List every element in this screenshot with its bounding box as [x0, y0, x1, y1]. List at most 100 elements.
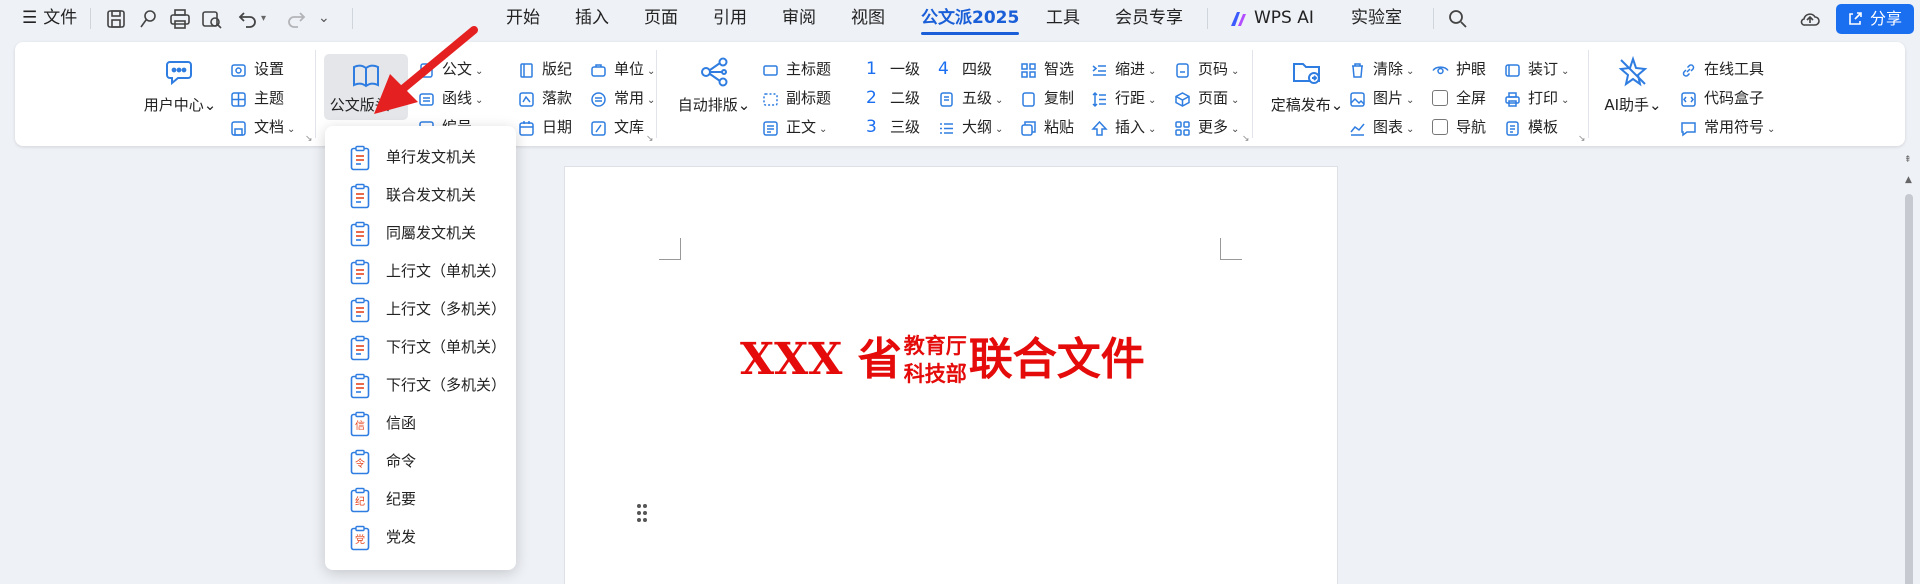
outline-list-icon — [938, 119, 955, 136]
dropdown-item[interactable]: 上行文（多机关） — [325, 290, 516, 328]
library-icon — [590, 119, 607, 136]
auto-layout-button[interactable]: 自动排版⌄ — [666, 48, 762, 124]
tab-tools[interactable]: 工具 — [1046, 0, 1080, 37]
scroll-up-icon[interactable]: ▲ — [1905, 176, 1912, 185]
dropdown-item-badge: 令 — [355, 457, 365, 470]
unit-icon — [590, 61, 607, 78]
paste-label: 粘贴 — [1044, 118, 1075, 136]
main-title-label: 主标题 — [786, 60, 832, 78]
drag-handle-icon[interactable] — [635, 502, 649, 524]
group-launcher-icon[interactable]: ↘ — [1578, 134, 1588, 144]
format-painter-icon[interactable] — [136, 7, 160, 31]
quick-access-more-chevron-icon[interactable]: ⌄ — [318, 0, 330, 37]
tab-page[interactable]: 页面 — [644, 0, 678, 37]
dropdown-item-label: 单行发文机关 — [386, 148, 477, 166]
printer-icon — [1504, 90, 1521, 107]
undo-dropdown-chevron-icon[interactable]: ▾ — [261, 0, 266, 37]
page-number-icon — [1174, 61, 1191, 78]
dropdown-item[interactable]: 党 党发 — [325, 518, 516, 556]
tab-insert[interactable]: 插入 — [575, 0, 609, 37]
dropdown-item[interactable]: 同屬发文机关 — [325, 214, 516, 252]
cloud-sync-icon[interactable] — [1798, 7, 1822, 31]
copy-label: 复制 — [1044, 89, 1075, 107]
navigation-label: 导航 — [1456, 118, 1487, 136]
clipboard-doc-icon: 党 — [349, 525, 371, 551]
red-pointer-arrow-icon — [374, 26, 478, 114]
tab-wps-ai[interactable]: WPS AI — [1254, 0, 1314, 37]
chart-label: 图表 — [1373, 118, 1404, 136]
scroll-thumb[interactable] — [1905, 194, 1913, 584]
checkbox-icon — [1432, 90, 1448, 106]
layout-note-label: 版纪 — [542, 60, 573, 78]
group-launcher-icon[interactable]: ↘ — [1242, 134, 1252, 144]
subtitle-box-icon — [762, 90, 779, 107]
body-text-icon — [762, 119, 779, 136]
level2-number: 2 — [866, 88, 877, 108]
undo-icon[interactable] — [236, 7, 260, 31]
clipboard-doc-icon — [349, 145, 371, 171]
print-icon[interactable] — [168, 7, 192, 31]
divider — [1252, 50, 1253, 138]
dropdown-item[interactable]: 单行发文机关 — [325, 138, 516, 176]
print-preview-icon[interactable] — [200, 7, 224, 31]
header-layout-dropdown: 单行发文机关联合发文机关同屬发文机关上行文（单机关） 上行文（多机关） 下行文（单机… — [325, 126, 516, 570]
user-center-button[interactable]: 用户中心⌄ — [136, 48, 224, 124]
dropdown-item[interactable]: 纪 纪要 — [325, 480, 516, 518]
dropdown-item-label: 纪要 — [386, 490, 417, 508]
folder-publish-icon — [1289, 54, 1325, 90]
line-spacing-icon — [1091, 90, 1108, 108]
dropdown-item-label: 同屬发文机关 — [386, 224, 477, 242]
divider — [352, 8, 353, 29]
tab-lab[interactable]: 实验室 — [1351, 0, 1402, 37]
level3-number: 3 — [866, 117, 877, 137]
dropdown-item[interactable]: 下行文（单机关） — [325, 328, 516, 366]
dropdown-item-label: 下行文（单机关） — [386, 338, 507, 356]
clipboard-doc-icon — [349, 297, 371, 323]
save-icon[interactable] — [104, 7, 128, 31]
dropdown-item[interactable]: 联合发文机关 — [325, 176, 516, 214]
document-save-icon — [230, 119, 247, 136]
tab-view[interactable]: 视图 — [851, 0, 885, 37]
level4-label: 四级 — [962, 60, 993, 78]
scroll-top-icon[interactable]: ⇞ — [1904, 156, 1912, 165]
group-launcher-icon[interactable]: ↘ — [305, 134, 315, 144]
template-icon — [1504, 119, 1521, 136]
ai-assistant-button[interactable]: AI助手⌄ — [1595, 48, 1671, 124]
share-icon — [1849, 12, 1862, 25]
library-label: 文库 — [614, 118, 645, 136]
redo-icon[interactable] — [284, 7, 308, 31]
clipboard-doc-icon — [349, 373, 371, 399]
document-header-title[interactable]: XXX 省教育厅 科技部 联合文件 — [740, 320, 1145, 400]
clipboard-doc-icon — [349, 221, 371, 247]
dropdown-item[interactable]: 令 命令 — [325, 442, 516, 480]
clipboard-doc-icon: 令 — [349, 449, 371, 475]
copy-icon — [1020, 90, 1037, 107]
tab-review[interactable]: 审阅 — [782, 0, 816, 37]
checkbox-icon — [1432, 119, 1448, 135]
file-menu[interactable]: ☰ 文件 — [22, 0, 77, 37]
share-button-label: 分享 — [1870, 9, 1903, 28]
share-button[interactable]: 分享 — [1836, 4, 1914, 34]
common-label: 常用 — [614, 89, 645, 107]
dropdown-item[interactable]: 上行文（单机关） — [325, 252, 516, 290]
vertical-scrollbar[interactable]: ⇞ ▲ — [1902, 150, 1916, 584]
online-tools-label: 在线工具 — [1704, 60, 1765, 78]
tab-home[interactable]: 开始 — [506, 0, 540, 37]
cube-icon — [1174, 90, 1191, 107]
title-prefix: XXX 省 — [740, 334, 902, 385]
calendar-icon — [518, 119, 535, 136]
group-launcher-icon[interactable]: ↘ — [646, 134, 656, 144]
code-box-label: 代码盒子 — [1704, 89, 1765, 107]
tab-references[interactable]: 引用 — [713, 0, 747, 37]
finalize-publish-button[interactable]: 定稿发布⌄ — [1259, 48, 1355, 124]
dropdown-item[interactable]: 下行文（多机关） — [325, 366, 516, 404]
margin-corner-mark — [659, 238, 681, 260]
page-number-label: 页码 — [1198, 60, 1229, 78]
divider — [1207, 8, 1208, 29]
search-icon[interactable] — [1446, 7, 1470, 31]
paste-icon — [1020, 119, 1037, 136]
ribbon-toolbar: 用户中心⌄ 设置 主题 文档⌄ ↘ 公文版头⌃ 公文⌄ 函线⌄ 编号 版纪 落款 — [15, 42, 1905, 146]
tab-gongwenpai[interactable]: 公文派2025 — [921, 0, 1020, 37]
dropdown-item[interactable]: 信 信函 — [325, 404, 516, 442]
tab-member[interactable]: 会员专享 — [1115, 0, 1183, 37]
